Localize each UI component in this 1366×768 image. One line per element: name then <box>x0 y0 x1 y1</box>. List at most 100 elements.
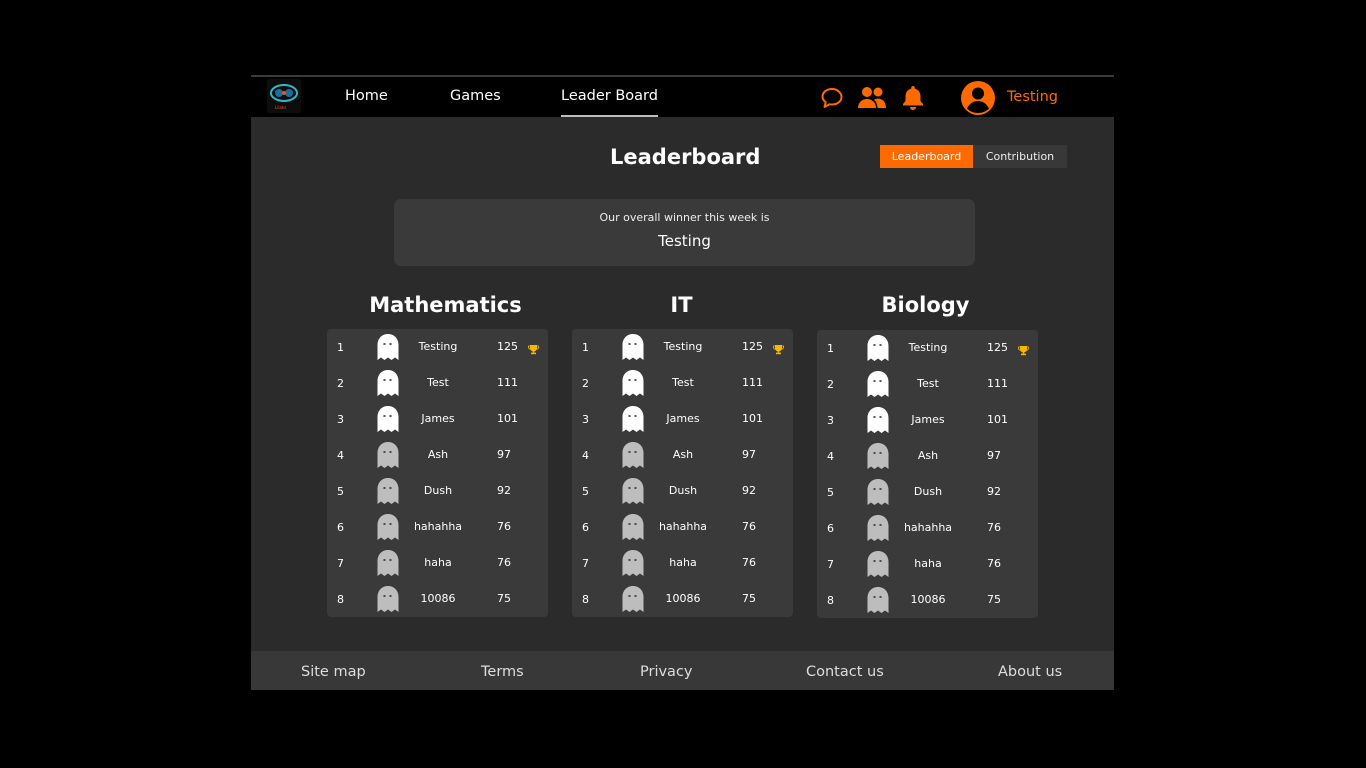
leaderboard-it: 1 Testing 125 2 Test 111 3 James 101 4 Ash 97 5 Dush 9… <box>572 329 793 617</box>
player-name: haha <box>669 556 697 569</box>
winner-label: Our overall winner this week is <box>599 211 770 224</box>
leaderboard-row[interactable]: 8 10086 75 <box>572 581 793 617</box>
player-name: Dush <box>423 484 453 497</box>
player-score: 111 <box>742 376 763 389</box>
rank-number: 5 <box>827 486 834 499</box>
user-name[interactable]: Testing <box>1007 77 1058 117</box>
leaderboard-row[interactable]: 6 hahahha 76 <box>327 509 548 545</box>
player-name: 10086 <box>420 592 456 605</box>
trophy-icon <box>528 340 539 359</box>
nav-leader-board[interactable]: Leader Board <box>561 77 658 117</box>
rank-number: 5 <box>582 485 589 498</box>
rank-number: 1 <box>827 342 834 355</box>
leaderboard-row[interactable]: 5 Dush 92 <box>327 473 548 509</box>
player-score: 97 <box>987 449 1001 462</box>
subject-title-it: IT <box>670 293 693 317</box>
player-score: 111 <box>497 376 518 389</box>
player-name: hahahha <box>903 521 953 534</box>
leaderboard-row[interactable]: 2 Test 111 <box>817 366 1038 402</box>
bell-icon[interactable] <box>901 84 925 110</box>
footer-about-link[interactable]: About us <box>998 651 1062 690</box>
player-name: Dush <box>668 484 698 497</box>
player-score: 101 <box>987 413 1008 426</box>
leaderboard-row[interactable]: 2 Test 111 <box>572 365 793 401</box>
player-name: James <box>911 413 945 426</box>
rank-number: 6 <box>337 521 344 534</box>
leaderboard-row[interactable]: 1 Testing 125 <box>572 329 793 365</box>
player-name: 10086 <box>910 593 946 606</box>
player-name: Test <box>672 376 694 389</box>
leaderboard-row[interactable]: 6 hahahha 76 <box>572 509 793 545</box>
rank-number: 3 <box>827 414 834 427</box>
leaderboard-row[interactable]: 8 10086 75 <box>817 582 1038 618</box>
rank-number: 7 <box>827 558 834 571</box>
trophy-icon <box>773 340 784 359</box>
player-score: 111 <box>987 377 1008 390</box>
subject-title-mathematics: Mathematics <box>369 293 522 317</box>
footer-contact-link[interactable]: Contact us <box>806 651 884 690</box>
player-score: 76 <box>497 520 511 533</box>
player-name: Testing <box>908 341 948 354</box>
leaderboard-row[interactable]: 3 James 101 <box>817 402 1038 438</box>
player-score: 92 <box>497 484 511 497</box>
rank-number: 6 <box>582 521 589 534</box>
leaderboard-row[interactable]: 6 hahahha 76 <box>817 510 1038 546</box>
player-score: 76 <box>987 521 1001 534</box>
player-name: Dush <box>913 485 943 498</box>
rank-number: 5 <box>337 485 344 498</box>
rank-number: 7 <box>337 557 344 570</box>
player-score: 75 <box>497 592 511 605</box>
player-score: 97 <box>497 448 511 461</box>
player-score: 76 <box>497 556 511 569</box>
nav-home[interactable]: Home <box>345 77 388 117</box>
logo[interactable]: Lilaks <box>267 79 301 113</box>
leaderboard-row[interactable]: 1 Testing 125 <box>327 329 548 365</box>
rank-number: 4 <box>582 449 589 462</box>
tab-contribution[interactable]: Contribution <box>973 145 1067 168</box>
footer-privacy-link[interactable]: Privacy <box>640 651 693 690</box>
player-name: Ash <box>672 448 694 461</box>
player-score: 75 <box>987 593 1001 606</box>
leaderboard-row[interactable]: 2 Test 111 <box>327 365 548 401</box>
friends-icon[interactable] <box>857 86 887 110</box>
leaderboard-row[interactable]: 3 James 101 <box>327 401 548 437</box>
leaderboard-row[interactable]: 5 Dush 92 <box>572 473 793 509</box>
player-score: 92 <box>987 485 1001 498</box>
leaderboard-row[interactable]: 1 Testing 125 <box>817 330 1038 366</box>
leaderboard-row[interactable]: 4 Ash 97 <box>817 438 1038 474</box>
game-logo-icon <box>270 84 298 102</box>
chat-bubble-icon[interactable] <box>820 86 844 110</box>
leaderboard-biology: 1 Testing 125 2 Test 111 3 James 101 4 Ash 97 5 Dush 9… <box>817 330 1038 618</box>
leaderboard-row[interactable]: 7 haha 76 <box>572 545 793 581</box>
rank-number: 2 <box>337 377 344 390</box>
player-name: James <box>421 412 455 425</box>
leaderboard-row[interactable]: 7 haha 76 <box>327 545 548 581</box>
subject-title-biology: Biology <box>881 293 970 317</box>
page-title: Leaderboard <box>610 145 761 169</box>
leaderboard-mathematics: 1 Testing 125 2 Test 111 3 James 101 4 Ash 97 5 Dush 9… <box>327 329 548 617</box>
leaderboard-row[interactable]: 3 James 101 <box>572 401 793 437</box>
rank-number: 1 <box>337 341 344 354</box>
leaderboard-row[interactable]: 4 Ash 97 <box>327 437 548 473</box>
player-score: 75 <box>742 592 756 605</box>
leaderboard-row[interactable]: 5 Dush 92 <box>817 474 1038 510</box>
winner-name: Testing <box>658 232 711 250</box>
tab-leaderboard[interactable]: Leaderboard <box>880 145 973 168</box>
player-score: 101 <box>497 412 518 425</box>
trophy-icon <box>1018 341 1029 360</box>
footer-site-map-link[interactable]: Site map <box>301 651 366 690</box>
leaderboard-row[interactable]: 8 10086 75 <box>327 581 548 617</box>
user-avatar-icon[interactable] <box>960 80 996 116</box>
logo-text: Lilaks <box>275 105 287 110</box>
app-window: Lilaks Home Games Leader Board Testing L… <box>251 75 1114 690</box>
leaderboard-row[interactable]: 4 Ash 97 <box>572 437 793 473</box>
player-name: hahahha <box>413 520 463 533</box>
nav-games[interactable]: Games <box>450 77 501 117</box>
rank-number: 4 <box>337 449 344 462</box>
footer-terms-link[interactable]: Terms <box>481 651 524 690</box>
player-name: hahahha <box>658 520 708 533</box>
player-name: Test <box>427 376 449 389</box>
player-name: haha <box>914 557 942 570</box>
leaderboard-row[interactable]: 7 haha 76 <box>817 546 1038 582</box>
player-score: 76 <box>742 520 756 533</box>
